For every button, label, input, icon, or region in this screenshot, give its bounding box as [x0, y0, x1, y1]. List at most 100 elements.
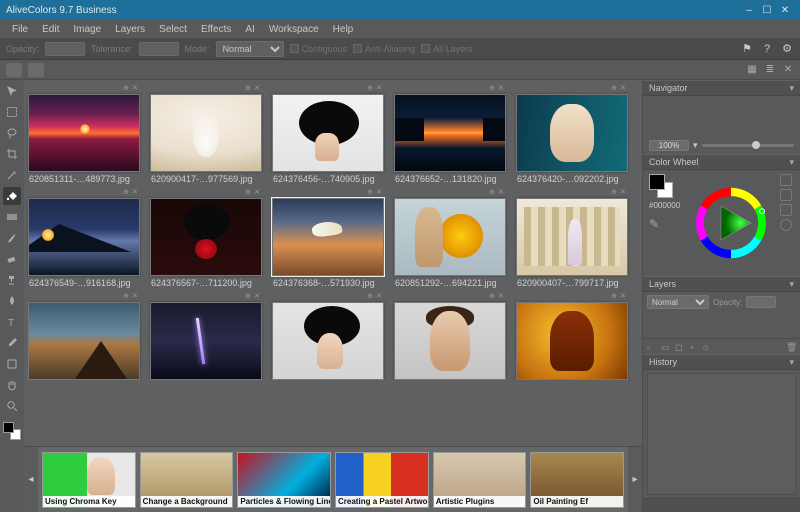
antialias-checkbox[interactable]: Anti-Aliasing — [353, 44, 415, 54]
panel-menu-icon[interactable]: ▾ — [789, 357, 794, 368]
close-icon[interactable]: ✕ — [254, 86, 260, 92]
mask-icon[interactable]: ◻ — [675, 342, 685, 352]
pin-icon[interactable]: ⊕ — [123, 294, 129, 300]
close-icon[interactable]: ✕ — [498, 86, 504, 92]
panel-menu-icon[interactable]: ▾ — [789, 157, 794, 168]
notice-icon[interactable]: ⚑ — [740, 42, 754, 56]
pin-icon[interactable]: ⊕ — [611, 86, 617, 92]
menu-ai[interactable]: AI — [239, 22, 260, 37]
menu-select[interactable]: Select — [153, 22, 193, 37]
brush-tool-icon[interactable] — [3, 229, 21, 247]
all-layers-checkbox[interactable]: All Layers — [421, 44, 473, 54]
hand-tool-icon[interactable] — [3, 376, 21, 394]
zoom-value[interactable]: 100% — [649, 140, 689, 151]
thumbnail[interactable] — [516, 198, 628, 276]
tutorial-card[interactable]: Using Chroma Key — [42, 452, 136, 508]
close-button[interactable]: ✕ — [776, 3, 794, 17]
thumbnail[interactable] — [28, 198, 140, 276]
minimize-button[interactable]: – — [740, 3, 758, 17]
close-icon[interactable]: ✕ — [132, 294, 138, 300]
tolerance-field[interactable] — [139, 42, 179, 56]
tutorial-card[interactable]: Artistic Plugins — [433, 452, 527, 508]
opacity-field[interactable] — [45, 42, 85, 56]
gradient-tool-icon[interactable] — [3, 208, 21, 226]
color-swatches[interactable] — [3, 422, 21, 440]
swatch-pair[interactable] — [649, 174, 673, 198]
folder-icon[interactable]: ▭ — [661, 342, 671, 352]
contiguous-checkbox[interactable]: Contiguous — [290, 44, 348, 54]
close-icon[interactable]: ✕ — [376, 294, 382, 300]
close-icon[interactable]: ✕ — [254, 190, 260, 196]
thumbnail[interactable] — [28, 302, 140, 380]
close-icon[interactable]: ✕ — [376, 86, 382, 92]
lasso-tool-icon[interactable] — [3, 124, 21, 142]
panel-menu-icon[interactable]: ▾ — [789, 279, 794, 290]
fx-icon[interactable]: ∘ — [689, 342, 699, 352]
layer-opacity-field[interactable] — [746, 296, 776, 308]
view-list-icon[interactable]: ≣ — [764, 64, 776, 76]
wand-tool-icon[interactable] — [3, 166, 21, 184]
bucket-tool-icon[interactable] — [3, 187, 21, 205]
close-icon[interactable]: ✕ — [498, 294, 504, 300]
menu-image[interactable]: Image — [67, 22, 107, 37]
text-tool-icon[interactable]: T — [3, 313, 21, 331]
help-icon[interactable]: ? — [760, 42, 774, 56]
layers-header[interactable]: Layers▾ — [643, 276, 800, 292]
tutorial-card[interactable]: Creating a Pastel Artwork — [335, 452, 429, 508]
pin-icon[interactable]: ⊕ — [245, 294, 251, 300]
panel-menu-icon[interactable]: ▾ — [789, 83, 794, 94]
zoom-down-icon[interactable]: ▾ — [693, 140, 698, 151]
pin-icon[interactable]: ⊕ — [367, 190, 373, 196]
tutorials-prev-button[interactable]: ◂ — [24, 447, 38, 512]
thumbnail[interactable] — [516, 302, 628, 380]
close-icon[interactable]: ✕ — [132, 190, 138, 196]
tutorial-card[interactable]: Change a Background — [140, 452, 234, 508]
pin-icon[interactable]: ⊕ — [123, 190, 129, 196]
close-icon[interactable]: ✕ — [132, 86, 138, 92]
menu-edit[interactable]: Edit — [36, 22, 65, 37]
pin-icon[interactable]: ⊕ — [489, 86, 495, 92]
wheel-mode-icon[interactable] — [780, 189, 792, 201]
selection-tool-icon[interactable] — [3, 103, 21, 121]
zoom-tool-icon[interactable] — [3, 397, 21, 415]
pin-icon[interactable]: ⊕ — [245, 190, 251, 196]
blend-mode-combo[interactable]: Normal — [647, 295, 709, 309]
clone-tool-icon[interactable] — [3, 271, 21, 289]
move-tool-icon[interactable] — [3, 82, 21, 100]
thumbnail[interactable] — [150, 94, 262, 172]
settings-icon[interactable]: ⚙ — [780, 42, 794, 56]
thumbnail[interactable] — [150, 302, 262, 380]
pin-icon[interactable]: ⊕ — [611, 294, 617, 300]
pin-icon[interactable]: ⊕ — [123, 86, 129, 92]
thumbnail[interactable] — [150, 198, 262, 276]
shape-tool-icon[interactable] — [3, 355, 21, 373]
thumbnail[interactable] — [272, 198, 384, 276]
thumbnail[interactable] — [394, 94, 506, 172]
history-header[interactable]: History▾ — [643, 354, 800, 370]
history-body[interactable] — [647, 373, 796, 495]
zoom-slider[interactable] — [702, 144, 794, 147]
wheel-mode-icon[interactable] — [780, 219, 792, 231]
eraser-tool-icon[interactable] — [3, 250, 21, 268]
new-layer-icon[interactable]: ▫ — [647, 342, 657, 352]
thumbnail[interactable] — [28, 94, 140, 172]
close-icon[interactable]: ✕ — [498, 190, 504, 196]
mode-combo[interactable]: Normal — [216, 41, 284, 57]
close-icon[interactable]: ✕ — [620, 190, 626, 196]
close-icon[interactable]: ✕ — [376, 190, 382, 196]
close-icon[interactable]: ✕ — [254, 294, 260, 300]
color-wheel[interactable] — [687, 174, 774, 272]
trash-icon[interactable]: 🗑 — [786, 342, 796, 352]
thumbnail[interactable] — [516, 94, 628, 172]
eyedropper-icon[interactable]: ✎ — [649, 217, 683, 231]
close-tab-icon[interactable]: ✕ — [782, 64, 794, 76]
tutorials-next-button[interactable]: ▸ — [628, 447, 642, 512]
wheel-mode-icon[interactable] — [780, 174, 792, 186]
thumbnail[interactable] — [272, 302, 384, 380]
menu-layers[interactable]: Layers — [109, 22, 151, 37]
tutorial-card[interactable]: Oil Painting Ef — [530, 452, 624, 508]
menu-workspace[interactable]: Workspace — [263, 22, 325, 37]
thumbnail[interactable] — [394, 302, 506, 380]
menu-file[interactable]: File — [6, 22, 34, 37]
thumbnail[interactable] — [272, 94, 384, 172]
